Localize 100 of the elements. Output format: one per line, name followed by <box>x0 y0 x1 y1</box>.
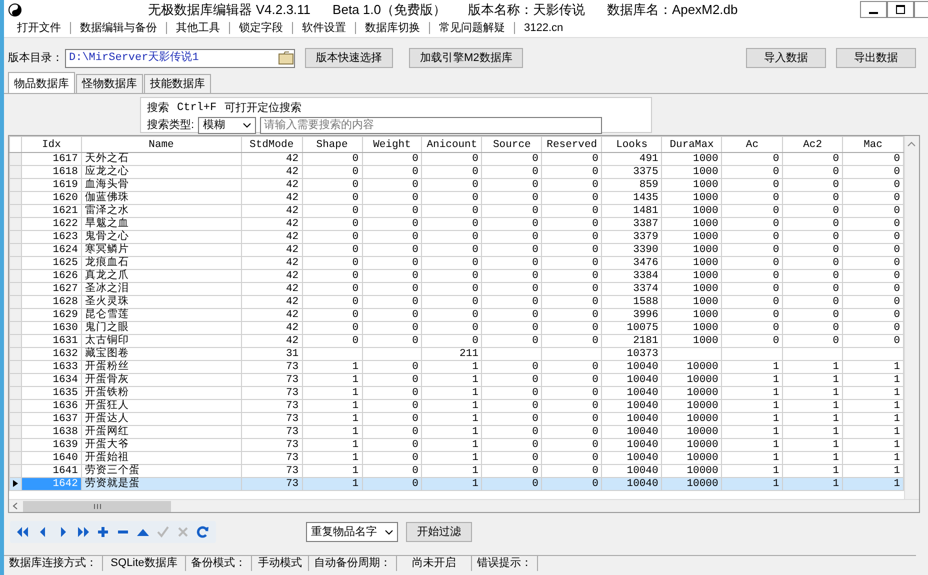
table-cell[interactable]: 0 <box>362 386 422 400</box>
table-cell[interactable]: 0 <box>722 334 783 348</box>
table-cell[interactable]: 0 <box>542 204 602 218</box>
table-cell[interactable]: 3375 <box>602 166 662 178</box>
action-button[interactable]: 加载引擎M2数据库 <box>409 48 524 68</box>
table-cell[interactable]: 0 <box>482 412 542 426</box>
table-cell[interactable]: 0 <box>722 270 783 282</box>
table-cell[interactable]: 31 <box>241 348 302 360</box>
table-cell[interactable]: 0 <box>542 400 602 412</box>
table-cell[interactable]: 0 <box>542 386 602 400</box>
table-cell[interactable]: 1 <box>722 360 783 374</box>
table-cell[interactable]: 42 <box>241 152 302 166</box>
menu-item[interactable]: 3122.cn <box>515 22 572 34</box>
menu-item[interactable]: 数据库切换 <box>356 22 430 34</box>
table-cell[interactable]: 0 <box>782 334 843 348</box>
table-cell[interactable]: 10000 <box>662 412 722 426</box>
menu-item[interactable]: 打开文件 <box>8 22 71 34</box>
table-cell[interactable]: 开蛋网红 <box>81 426 242 438</box>
table-cell[interactable]: 1622 <box>22 218 82 230</box>
table-cell[interactable]: 0 <box>422 256 482 270</box>
table-cell[interactable]: 0 <box>362 308 422 322</box>
search-field[interactable]: 请输入需要搜索的内容 <box>260 116 602 134</box>
table-cell[interactable]: 0 <box>542 230 602 244</box>
table-cell[interactable]: 0 <box>542 426 602 438</box>
table-cell[interactable]: 0 <box>782 282 843 296</box>
table-cell[interactable]: 1000 <box>662 270 722 282</box>
table-cell[interactable]: 0 <box>542 166 602 178</box>
table-cell[interactable]: 0 <box>302 178 362 192</box>
table-cell[interactable]: 旱魃之血 <box>81 218 242 230</box>
table-cell[interactable]: 73 <box>241 386 302 400</box>
table-cell[interactable]: 10000 <box>662 374 722 386</box>
table-cell[interactable]: 0 <box>482 478 542 490</box>
action-button[interactable]: 导出数据 <box>836 48 916 68</box>
table-cell[interactable]: 0 <box>542 152 602 166</box>
table-cell[interactable]: 0 <box>542 296 602 308</box>
table-cell[interactable]: 1 <box>782 360 843 374</box>
table-cell[interactable]: 1 <box>422 400 482 412</box>
tab[interactable]: 怪物数据库 <box>76 74 143 93</box>
table-cell[interactable]: 42 <box>241 270 302 282</box>
table-cell[interactable]: 10040 <box>602 360 662 374</box>
table-cell[interactable]: 1588 <box>602 296 662 308</box>
table-cell[interactable]: 1 <box>782 478 843 490</box>
table-cell[interactable]: 73 <box>241 478 302 490</box>
table-cell[interactable]: 0 <box>422 308 482 322</box>
table-cell[interactable]: 1 <box>782 426 843 438</box>
table-cell[interactable]: 0 <box>542 178 602 192</box>
table-cell[interactable]: 开蛋达人 <box>81 412 242 426</box>
table-cell[interactable]: 1 <box>842 452 904 464</box>
table-cell[interactable]: 伽蓝佛珠 <box>81 192 242 204</box>
table-cell[interactable]: 0 <box>722 308 783 322</box>
table-cell[interactable]: 0 <box>482 244 542 256</box>
table-cell[interactable]: 0 <box>422 334 482 348</box>
table-cell[interactable]: 1640 <box>22 452 82 464</box>
table-cell[interactable]: 1 <box>842 360 904 374</box>
table-cell[interactable]: 1435 <box>602 192 662 204</box>
column-header[interactable]: Reserved <box>542 136 602 152</box>
table-cell[interactable]: 1 <box>782 400 843 412</box>
table-cell[interactable]: 0 <box>722 218 783 230</box>
table-cell[interactable]: 寒冥鳞片 <box>81 244 242 256</box>
table-cell[interactable]: 1637 <box>22 412 82 426</box>
table-cell[interactable]: 42 <box>241 166 302 178</box>
table-cell[interactable]: 0 <box>542 282 602 296</box>
column-header[interactable]: Idx <box>22 136 82 152</box>
table-cell[interactable]: 1634 <box>22 374 82 386</box>
table-cell[interactable]: 0 <box>422 178 482 192</box>
table-cell[interactable]: 10040 <box>602 438 662 452</box>
table-cell[interactable]: 73 <box>241 374 302 386</box>
table-cell[interactable]: 0 <box>362 426 422 438</box>
table-cell[interactable]: 1 <box>422 360 482 374</box>
tab[interactable]: 物品数据库 <box>8 72 75 93</box>
horizontal-scrollbar[interactable] <box>9 499 919 512</box>
table-cell[interactable]: 3384 <box>602 270 662 282</box>
table-cell[interactable]: 0 <box>482 400 542 412</box>
table-cell[interactable]: 0 <box>842 230 904 244</box>
table-cell[interactable]: 1 <box>782 452 843 464</box>
table-cell[interactable]: 0 <box>362 412 422 426</box>
table-cell[interactable]: 0 <box>482 386 542 400</box>
action-button[interactable]: 导入数据 <box>746 48 826 68</box>
table-cell[interactable]: 0 <box>782 166 843 178</box>
table-cell[interactable]: 1000 <box>662 178 722 192</box>
table-cell[interactable]: 1 <box>302 426 362 438</box>
table-cell[interactable]: 1000 <box>662 322 722 334</box>
table-cell[interactable]: 0 <box>722 296 783 308</box>
table-cell[interactable]: 0 <box>842 270 904 282</box>
table-cell[interactable]: 10373 <box>602 348 662 360</box>
table-cell[interactable]: 859 <box>602 178 662 192</box>
table-cell[interactable]: 0 <box>422 166 482 178</box>
table-cell[interactable]: 42 <box>241 192 302 204</box>
table-cell[interactable]: 0 <box>422 152 482 166</box>
table-cell[interactable]: 0 <box>482 270 542 282</box>
table-cell[interactable]: 73 <box>241 426 302 438</box>
table-cell[interactable]: 10075 <box>602 322 662 334</box>
table-cell[interactable]: 0 <box>482 334 542 348</box>
column-header[interactable]: Shape <box>302 136 362 152</box>
table-cell[interactable]: 0 <box>362 296 422 308</box>
table-cell[interactable]: 0 <box>482 374 542 386</box>
table-cell[interactable]: 0 <box>482 256 542 270</box>
table-cell[interactable]: 3387 <box>602 218 662 230</box>
table-cell[interactable]: 10000 <box>662 452 722 464</box>
filter-button[interactable]: 开始过滤 <box>406 522 472 542</box>
